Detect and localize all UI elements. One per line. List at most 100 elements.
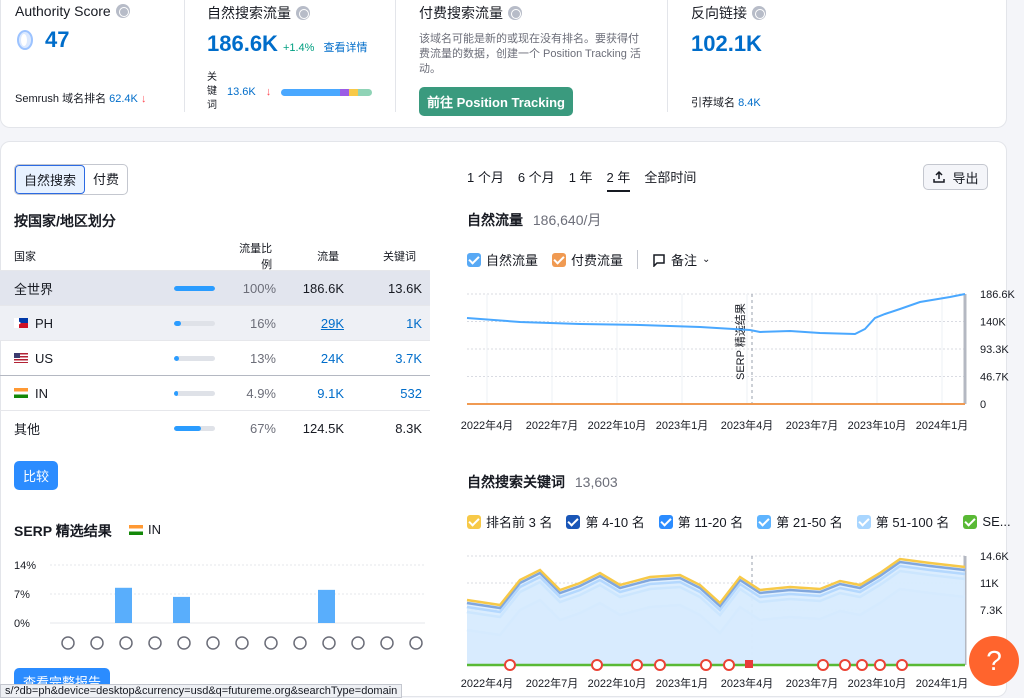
serp-feature-x-icon[interactable] <box>409 636 423 650</box>
serp-feature-pin-icon[interactable] <box>293 636 307 650</box>
google-update-icon[interactable] <box>817 659 829 671</box>
info-icon[interactable] <box>508 6 522 20</box>
serp-feature-crown-icon[interactable] <box>61 636 75 650</box>
keywords-value[interactable]: 532 <box>344 386 422 401</box>
serp-feature-grad-icon[interactable] <box>322 636 336 650</box>
google-update-icon[interactable] <box>856 659 868 671</box>
kw-legend-item[interactable]: SE... <box>963 514 1011 529</box>
go-to-position-tracking-button[interactable]: 前往 Position Tracking <box>419 87 573 116</box>
google-update-icon[interactable] <box>896 659 908 671</box>
google-update-icon[interactable] <box>504 659 516 671</box>
keywords-value: 8.3K <box>395 420 422 436</box>
country-cell: 全世界 <box>14 279 174 298</box>
y-tick-label: 7.3K <box>980 605 1003 617</box>
kw-legend-item[interactable]: 第 4-10 名 <box>566 512 645 531</box>
google-update-icon[interactable] <box>654 659 666 671</box>
serp-feature-jobs-icon[interactable] <box>380 636 394 650</box>
serp-country[interactable]: IN <box>129 522 161 537</box>
country-name: 其他 <box>14 421 41 437</box>
traffic-value[interactable]: 24K <box>276 351 344 366</box>
keyword-area <box>467 559 965 665</box>
backlinks-value[interactable]: 102.1K <box>691 31 891 57</box>
serp-feature-image-icon[interactable] <box>148 636 162 650</box>
down-arrow-icon: ↓ <box>265 86 272 98</box>
kw-legend-label: 第 4-10 名 <box>585 515 645 530</box>
serp-feature-link-icon[interactable] <box>90 636 104 650</box>
y-tick-label: 46.7K <box>980 372 1009 384</box>
y-tick-label: 14.6K <box>980 551 1009 563</box>
traffic-type-toggle: 自然搜索 付费 <box>14 164 129 195</box>
legend-paid[interactable]: 付费流量 <box>552 250 623 269</box>
x-tick-label: 2022年4月 <box>461 676 514 690</box>
x-tick-label: 2023年4月 <box>721 676 774 690</box>
segment-paid[interactable]: 付费 <box>85 165 127 194</box>
traffic-value: 124.5K <box>302 420 344 436</box>
info-icon[interactable] <box>296 6 310 20</box>
serp-feature-star-icon[interactable] <box>119 636 133 650</box>
overview-metrics-card: Authority Score 47 Semrush 域名排名 62.4K ↓ … <box>0 0 1007 128</box>
header-share: 流量比例 <box>239 243 273 271</box>
google-update-icon[interactable] <box>874 659 886 671</box>
info-icon[interactable] <box>115 4 130 18</box>
view-details-link[interactable]: 查看详情 <box>323 39 367 55</box>
kw-legend-label: SE... <box>982 514 1011 529</box>
y-tick-label: 93.3K <box>980 344 1009 356</box>
legend-organic[interactable]: 自然流量 <box>467 250 538 269</box>
share-value: 4.9% <box>246 385 276 401</box>
tab-range[interactable]: 1 个月 <box>467 167 504 192</box>
google-update-icon[interactable] <box>591 659 603 671</box>
traffic-value: 186.6K <box>302 280 344 296</box>
serp-country-label: IN <box>148 522 161 537</box>
google-update-icon[interactable] <box>723 659 735 671</box>
table-row[interactable]: IN 4.9% 9.1K 532 <box>0 375 430 410</box>
traffic-title: 自然流量 <box>467 212 523 228</box>
note-flag-icon[interactable] <box>745 660 753 668</box>
keywords-value[interactable]: 3.7K <box>344 351 422 366</box>
tab-range[interactable]: 6 个月 <box>518 167 555 192</box>
google-update-icon[interactable] <box>631 659 643 671</box>
keywords-chart-title: 自然搜索关键词 13,603 <box>467 472 618 492</box>
tab-range[interactable]: 1 年 <box>569 167 593 192</box>
kw-legend-item[interactable]: 第 21-50 名 <box>757 512 843 531</box>
help-button[interactable]: ? <box>969 636 1019 686</box>
legend-paid-label: 付费流量 <box>571 253 624 268</box>
serp-feature-news-icon[interactable] <box>351 636 365 650</box>
serp-bar[interactable] <box>115 587 132 623</box>
serp-bar[interactable] <box>173 596 190 623</box>
table-row[interactable]: 其他 67% 124.5K 8.3K <box>0 410 430 445</box>
table-row[interactable]: US 13% 24K 3.7K <box>0 340 430 375</box>
google-update-icon[interactable] <box>700 659 712 671</box>
serp-feature-video-icon[interactable] <box>177 636 191 650</box>
google-update-icon[interactable] <box>839 659 851 671</box>
serp-bar[interactable] <box>318 589 335 623</box>
traffic-value[interactable]: 9.1K <box>276 386 344 401</box>
keywords-value[interactable]: 1K <box>344 316 422 331</box>
tab-range[interactable]: 全部时间 <box>644 167 696 192</box>
serp-feature-video2-icon[interactable] <box>206 636 220 650</box>
segment-organic[interactable]: 自然搜索 <box>15 165 86 194</box>
y-tick-label: 7% <box>14 589 30 601</box>
domain-rank-value[interactable]: 62.4K <box>109 93 138 105</box>
serp-features-title: SERP 精选结果 <box>14 523 112 539</box>
backlinks-label: 反向链接 <box>691 5 747 21</box>
kw-legend-item[interactable]: 排名前 3 名 <box>467 512 552 531</box>
down-arrow-icon: ↓ <box>140 93 147 105</box>
kw-legend-item[interactable]: 第 11-20 名 <box>658 512 743 531</box>
organic-traffic-line[interactable] <box>466 293 966 336</box>
traffic-value[interactable]: 29K <box>276 316 344 331</box>
referring-domains-value[interactable]: 8.4K <box>738 97 761 109</box>
compare-button[interactable]: 比较 <box>14 461 59 490</box>
keywords-value[interactable]: 13.6K <box>227 86 256 98</box>
info-icon[interactable] <box>752 6 766 20</box>
table-row[interactable]: 全世界 100% 186.6K 13.6K <box>0 270 430 305</box>
notes-dropdown[interactable]: 备注 ⌄ <box>637 250 710 269</box>
kw-legend-item[interactable]: 第 51-100 名 <box>856 512 949 531</box>
serp-feature-question-icon[interactable] <box>264 636 278 650</box>
table-row[interactable]: PH 16% 29K 1K <box>0 305 430 340</box>
organic-traffic-value[interactable]: 186.6K <box>207 31 278 57</box>
tab-range[interactable]: 2 年 <box>606 167 631 192</box>
serp-feature-play-icon[interactable] <box>235 636 249 650</box>
header-country: 国家 <box>14 251 36 263</box>
export-button[interactable]: 导出 <box>923 164 988 190</box>
keywords-value: 13.6K <box>388 280 422 296</box>
